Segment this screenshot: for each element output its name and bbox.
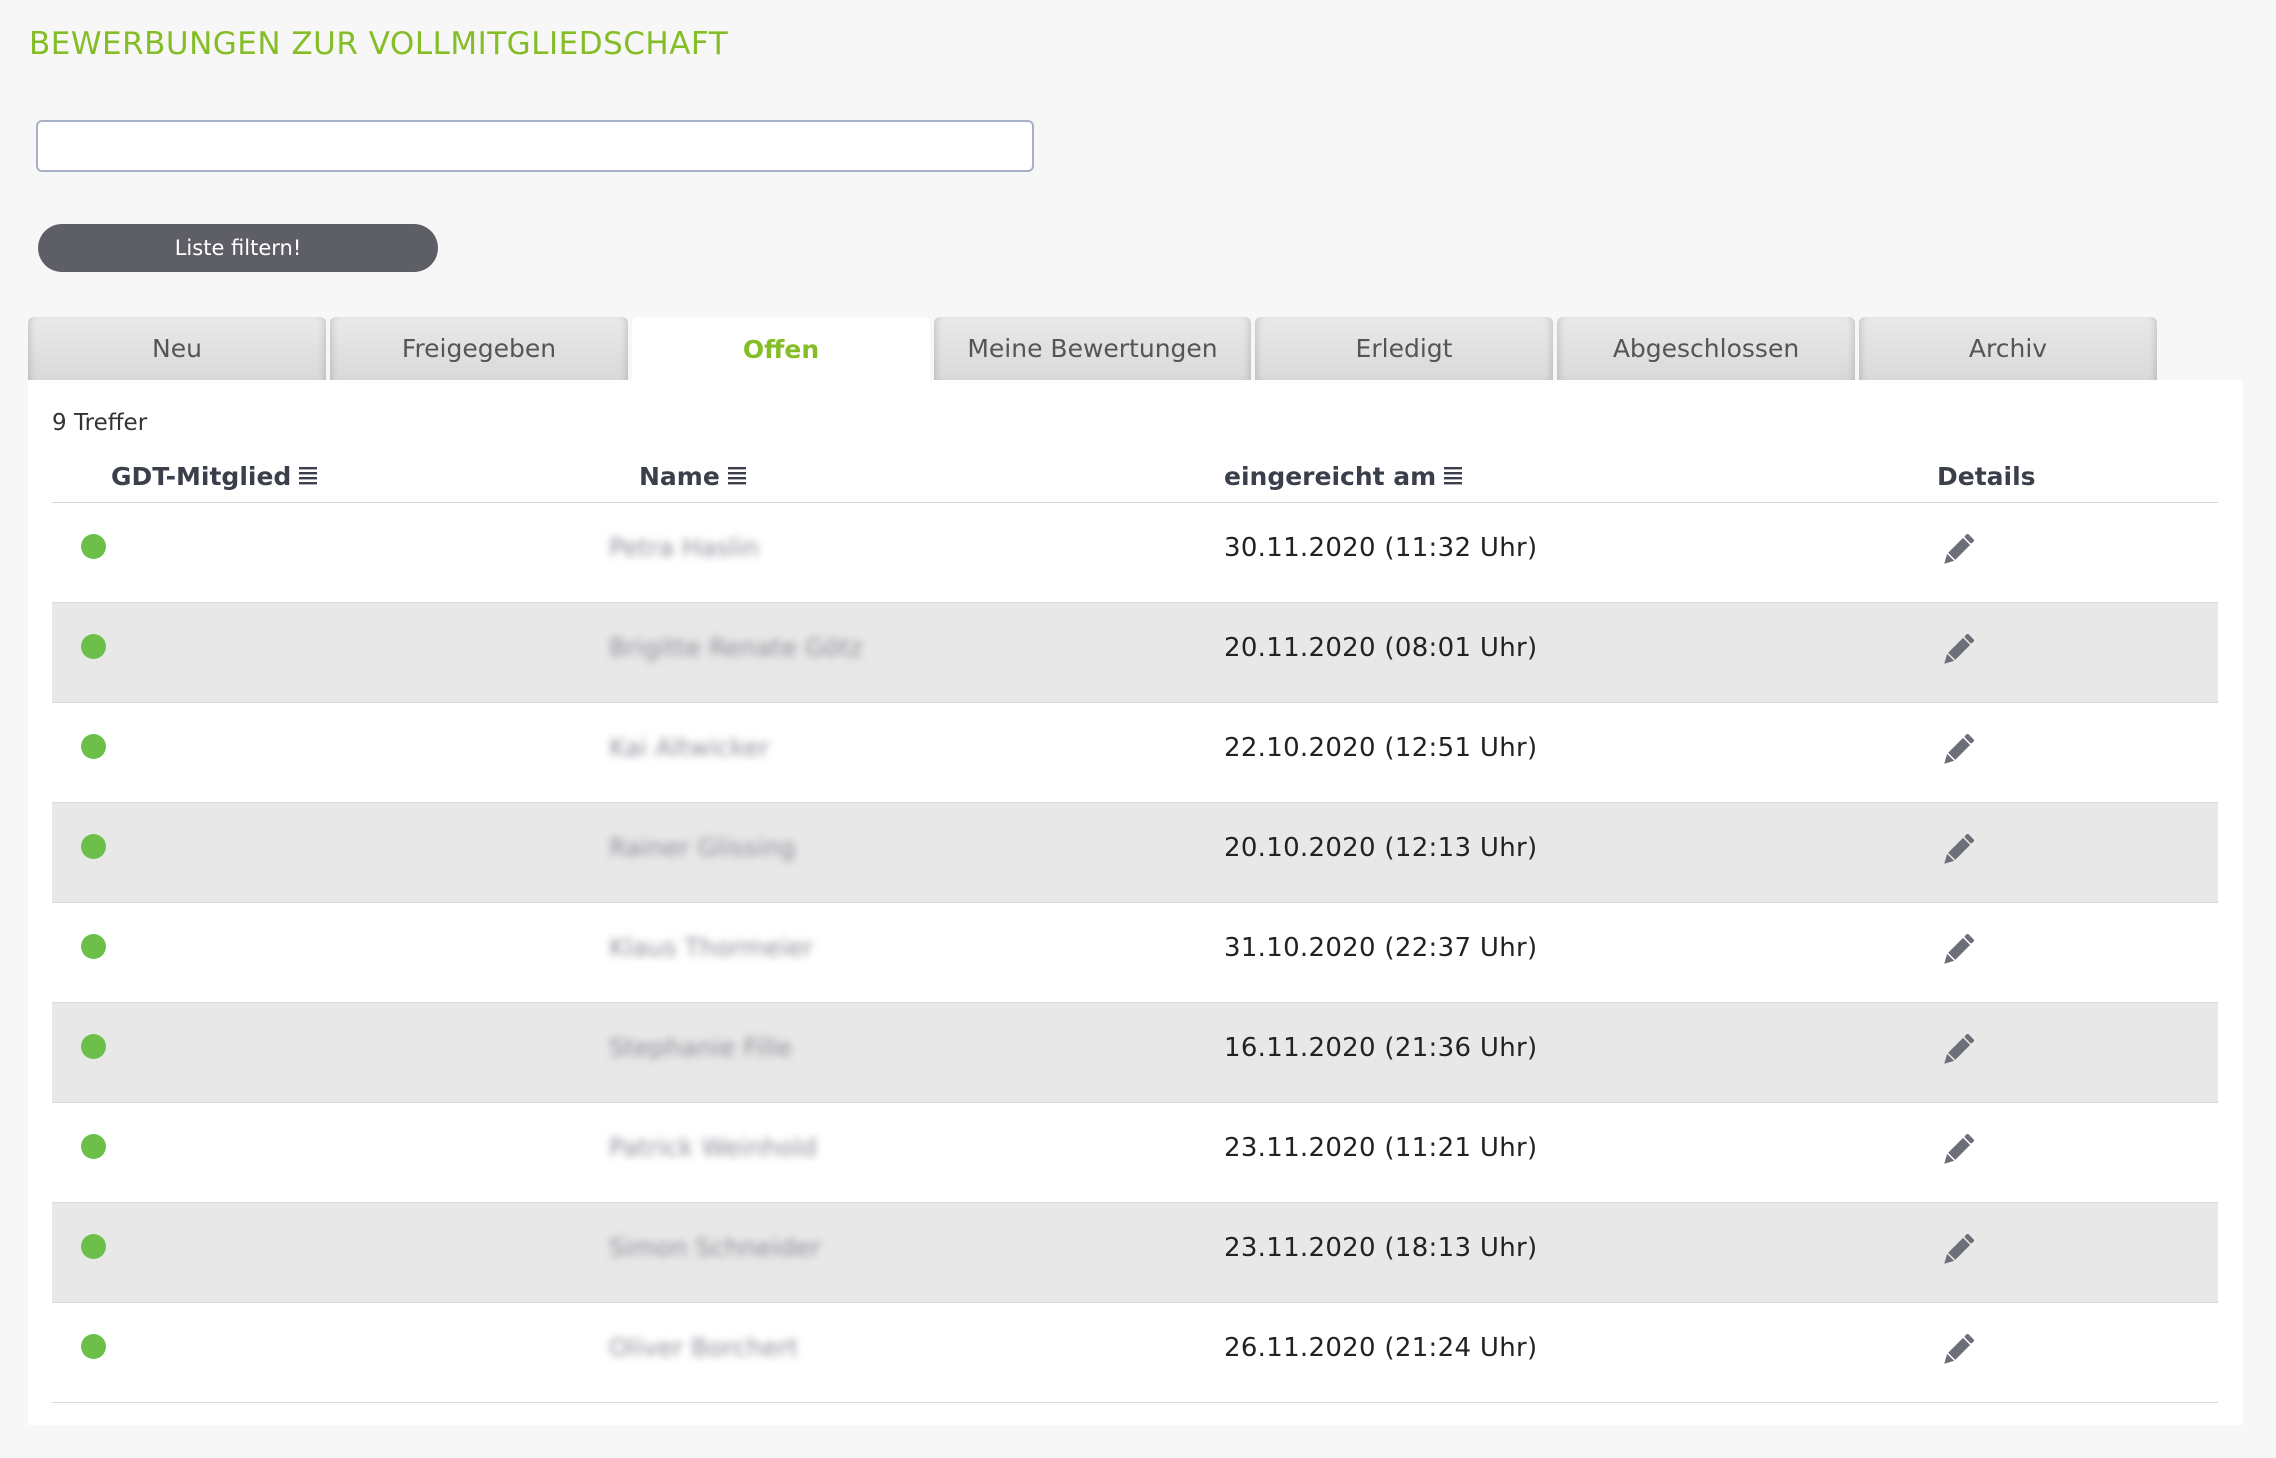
header-gdt-mitglied[interactable]: GDT-Mitglied <box>111 462 318 493</box>
pencil-icon[interactable] <box>1937 1331 1977 1371</box>
green-dot-icon <box>81 1334 106 1359</box>
tab-offen[interactable]: Offen <box>632 317 930 381</box>
submitted-date: 20.11.2020 (08:01 Uhr) <box>1224 633 1538 663</box>
pencil-icon[interactable] <box>1937 831 1977 871</box>
applicant-name[interactable]: Patrick Weinhold <box>609 1133 817 1162</box>
results-panel: 9 Treffer GDT-Mitglied Name eingereicht … <box>28 380 2243 1425</box>
applicant-name[interactable]: Petra Haslin <box>609 533 759 562</box>
filter-list-button[interactable]: Liste filtern! <box>38 224 438 272</box>
tab-erledigt[interactable]: Erledigt <box>1255 317 1553 380</box>
green-dot-icon <box>81 1134 106 1159</box>
submitted-date: 22.10.2020 (12:51 Uhr) <box>1224 733 1538 763</box>
submitted-date: 20.10.2020 (12:13 Uhr) <box>1224 833 1538 863</box>
green-dot-icon <box>81 734 106 759</box>
green-dot-icon <box>81 1034 106 1059</box>
pencil-icon[interactable] <box>1937 731 1977 771</box>
header-details: Details <box>1937 462 2036 491</box>
table-row: Rainer Glissing 20.10.2020 (12:13 Uhr) <box>52 803 2218 903</box>
tab-neu[interactable]: Neu <box>28 317 326 380</box>
header-label: Name <box>639 462 720 491</box>
table-header: GDT-Mitglied Name eingereicht am Details <box>52 450 2218 503</box>
submitted-date: 16.11.2020 (21:36 Uhr) <box>1224 1033 1538 1063</box>
tab-archiv[interactable]: Archiv <box>1859 317 2157 380</box>
tab-freigegeben[interactable]: Freigegeben <box>330 317 628 380</box>
table-body: Petra Haslin 30.11.2020 (11:32 Uhr) Brig… <box>52 503 2218 1403</box>
search-input[interactable] <box>36 120 1034 172</box>
submitted-date: 23.11.2020 (11:21 Uhr) <box>1224 1133 1538 1163</box>
table-row: Stephanie Fille 16.11.2020 (21:36 Uhr) <box>52 1003 2218 1103</box>
tab-abgeschlossen[interactable]: Abgeschlossen <box>1557 317 1855 380</box>
applicant-name[interactable]: Brigitte Renate Götz <box>609 633 863 662</box>
table-row: Brigitte Renate Götz 20.11.2020 (08:01 U… <box>52 603 2218 703</box>
applicant-name[interactable]: Simon Schneider <box>609 1233 820 1262</box>
submitted-date: 23.11.2020 (18:13 Uhr) <box>1224 1233 1538 1263</box>
header-label: eingereicht am <box>1224 462 1437 491</box>
applicant-name[interactable]: Kai Altwicker <box>609 733 769 762</box>
green-dot-icon <box>81 834 106 859</box>
table-row: Patrick Weinhold 23.11.2020 (11:21 Uhr) <box>52 1103 2218 1203</box>
pencil-icon[interactable] <box>1937 531 1977 571</box>
pencil-icon[interactable] <box>1937 631 1977 671</box>
green-dot-icon <box>81 934 106 959</box>
submitted-date: 31.10.2020 (22:37 Uhr) <box>1224 933 1538 963</box>
table-row: Klaus Thormeier 31.10.2020 (22:37 Uhr) <box>52 903 2218 1003</box>
green-dot-icon <box>81 534 106 559</box>
sort-list-icon[interactable] <box>1444 464 1463 493</box>
green-dot-icon <box>81 1234 106 1259</box>
submitted-date: 26.11.2020 (21:24 Uhr) <box>1224 1333 1538 1363</box>
applicant-name[interactable]: Klaus Thormeier <box>609 933 813 962</box>
header-name[interactable]: Name <box>639 462 746 493</box>
sort-list-icon[interactable] <box>299 464 318 493</box>
header-eingereicht-am[interactable]: eingereicht am <box>1224 462 1463 493</box>
page-title: BEWERBUNGEN ZUR VOLLMITGLIEDSCHAFT <box>29 26 729 62</box>
applicant-name[interactable]: Oliver Borchert <box>609 1333 798 1362</box>
pencil-icon[interactable] <box>1937 1031 1977 1071</box>
result-count: 9 Treffer <box>52 410 148 436</box>
pencil-icon[interactable] <box>1937 1131 1977 1171</box>
pencil-icon[interactable] <box>1937 1231 1977 1271</box>
table-row: Kai Altwicker 22.10.2020 (12:51 Uhr) <box>52 703 2218 803</box>
sort-list-icon[interactable] <box>727 464 746 493</box>
applicant-name[interactable]: Stephanie Fille <box>609 1033 792 1062</box>
green-dot-icon <box>81 634 106 659</box>
table-row: Oliver Borchert 26.11.2020 (21:24 Uhr) <box>52 1303 2218 1403</box>
applicant-name[interactable]: Rainer Glissing <box>609 833 796 862</box>
table-row: Petra Haslin 30.11.2020 (11:32 Uhr) <box>52 503 2218 603</box>
tab-meine-bewertungen[interactable]: Meine Bewertungen <box>934 317 1251 380</box>
pencil-icon[interactable] <box>1937 931 1977 971</box>
table-row: Simon Schneider 23.11.2020 (18:13 Uhr) <box>52 1203 2218 1303</box>
submitted-date: 30.11.2020 (11:32 Uhr) <box>1224 533 1538 563</box>
header-label: GDT-Mitglied <box>111 462 292 491</box>
